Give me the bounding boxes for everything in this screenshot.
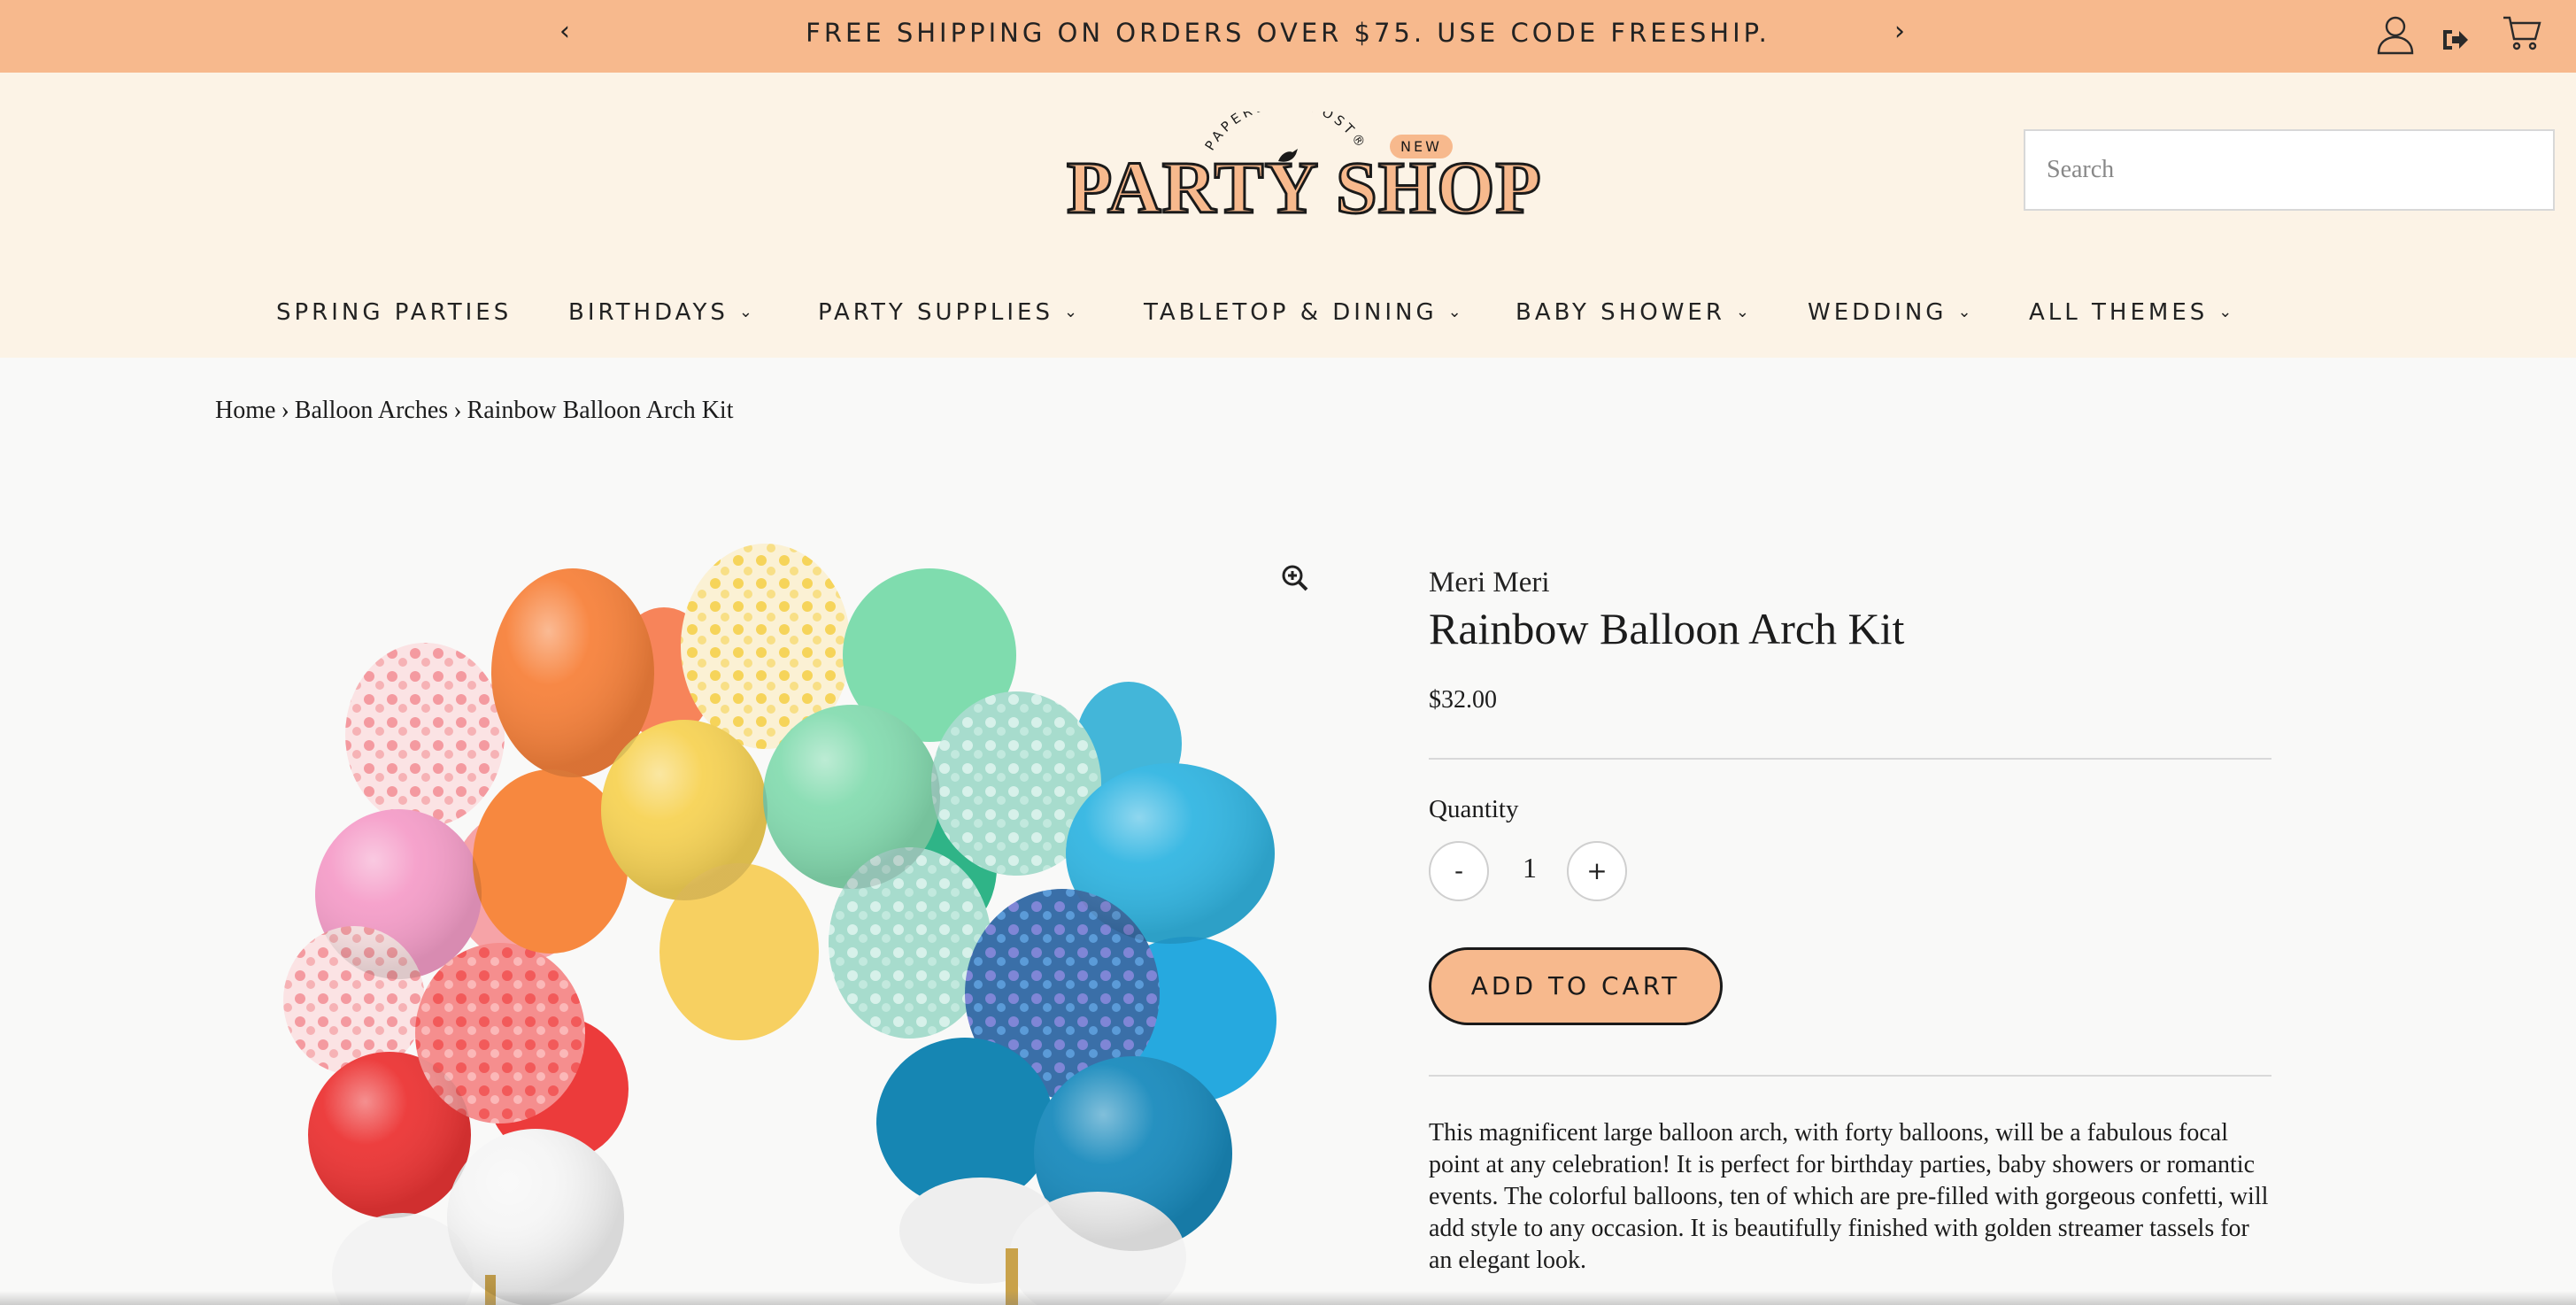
party-shop-logo[interactable]: PAPERLESS POST® PARTY SHOP NEW — [1062, 112, 1543, 253]
page-bottom-edge — [0, 1291, 2576, 1305]
nav-item-label: SPRING PARTIES — [276, 299, 513, 326]
chevron-down-icon: ⌄ — [738, 303, 756, 321]
nav-item-birthdays[interactable]: BIRTHDAYS ⌄ — [568, 299, 756, 326]
nav-item-label: ALL THEMES — [2029, 299, 2209, 326]
announcement-next-arrow-icon[interactable]: › — [1894, 16, 1905, 47]
nav-item-spring-parties[interactable]: SPRING PARTIES — [276, 299, 512, 326]
logo-main-text: PARTY SHOP — [1066, 146, 1543, 231]
nav-item-label: TABLETOP & DINING — [1144, 299, 1438, 326]
divider — [1429, 758, 2271, 760]
zoom-in-icon[interactable] — [1280, 563, 1310, 598]
cart-icon[interactable] — [2502, 14, 2542, 56]
product-info: Meri Meri Rainbow Balloon Arch Kit $32.0… — [1429, 567, 2271, 714]
new-badge: NEW — [1390, 135, 1453, 158]
breadcrumb: Home › Balloon Arches › Rainbow Balloon Arch… — [215, 397, 734, 425]
quantity-value[interactable]: 1 — [1496, 852, 1563, 884]
announcement-bar: ‹ FREE SHIPPING ON ORDERS OVER $75. USE … — [0, 0, 2576, 73]
product-description: This magnificent large balloon arch, wit… — [1429, 1119, 2269, 1274]
search-input[interactable] — [2025, 131, 2553, 209]
nav-item-party-supplies[interactable]: PARTY SUPPLIES ⌄ — [818, 299, 1081, 326]
breadcrumb-separator: › — [453, 397, 462, 424]
breadcrumb-current: Rainbow Balloon Arch Kit — [467, 397, 734, 424]
search-box[interactable] — [2024, 129, 2555, 211]
product-image[interactable] — [248, 531, 1346, 1305]
quantity-increase-button[interactable]: + — [1567, 841, 1627, 901]
nav-item-all-themes[interactable]: ALL THEMES ⌄ — [2029, 299, 2235, 326]
chevron-down-icon: ⌄ — [2218, 303, 2236, 321]
nav-item-label: WEDDING — [1808, 299, 1947, 326]
product-vendor[interactable]: Meri Meri — [1429, 567, 2271, 599]
quantity-decrease-button[interactable]: - — [1429, 841, 1489, 901]
nav-item-wedding[interactable]: WEDDING ⌄ — [1808, 299, 1975, 326]
chevron-down-icon: ⌄ — [1735, 303, 1753, 321]
chevron-down-icon: ⌄ — [1447, 303, 1465, 321]
nav-item-tabletop-dining[interactable]: TABLETOP & DINING ⌄ — [1144, 299, 1465, 326]
logout-icon[interactable] — [2441, 27, 2470, 58]
site-header: PAPERLESS POST® PARTY SHOP NEW SPRING PA… — [0, 73, 2576, 358]
product-price: $32.00 — [1429, 686, 1497, 714]
divider — [1429, 1075, 2271, 1077]
chevron-down-icon: ⌄ — [1063, 303, 1082, 321]
announcement-message: FREE SHIPPING ON ORDERS OVER $75. USE CO… — [806, 18, 1770, 48]
breadcrumb-home[interactable]: Home — [215, 397, 275, 424]
nav-item-label: BABY SHOWER — [1516, 299, 1725, 326]
chevron-down-icon: ⌄ — [1957, 303, 1975, 321]
main-nav: SPRING PARTIES BIRTHDAYS ⌄ PARTY SUPPLIES… — [0, 299, 2576, 344]
nav-item-label: BIRTHDAYS — [568, 299, 729, 326]
nav-item-baby-shower[interactable]: BABY SHOWER ⌄ — [1516, 299, 1753, 326]
breadcrumb-balloon-arches[interactable]: Balloon Arches — [295, 397, 448, 424]
quantity-label: Quantity — [1429, 795, 1519, 823]
add-to-cart-button[interactable]: ADD TO CART — [1429, 947, 1723, 1025]
account-icon[interactable] — [2376, 14, 2415, 59]
breadcrumb-separator: › — [281, 397, 289, 424]
nav-item-label: PARTY SUPPLIES — [818, 299, 1053, 326]
product-title: Rainbow Balloon Arch Kit — [1429, 604, 1905, 653]
